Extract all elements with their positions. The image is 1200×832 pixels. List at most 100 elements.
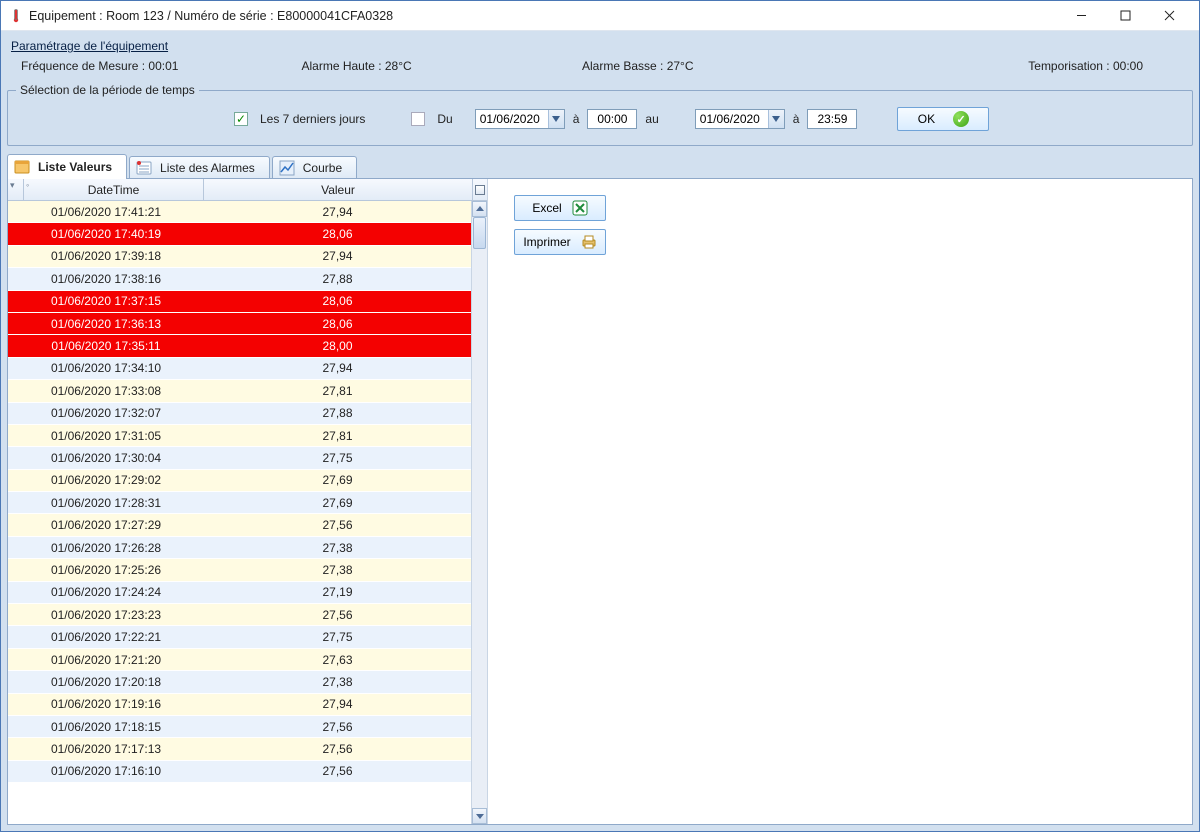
period-row: Les 7 derniers jours Du à au à bbox=[16, 107, 1184, 131]
cell-datetime: 01/06/2020 17:38:16 bbox=[8, 272, 204, 286]
param-delay: Temporisation : 00:00 bbox=[863, 59, 1184, 73]
cell-datetime: 01/06/2020 17:24:24 bbox=[8, 585, 204, 599]
cell-datetime: 01/06/2020 17:39:18 bbox=[8, 249, 204, 263]
excel-button-label: Excel bbox=[532, 201, 561, 215]
cell-value: 27,56 bbox=[204, 518, 471, 532]
table-row[interactable]: 01/06/2020 17:20:1827,38 bbox=[8, 671, 471, 693]
date-to-input[interactable] bbox=[696, 110, 768, 128]
table-row[interactable]: 01/06/2020 17:27:2927,56 bbox=[8, 514, 471, 536]
tab-values[interactable]: Liste Valeurs bbox=[7, 154, 127, 178]
grid-header-end[interactable] bbox=[473, 179, 487, 200]
actions-pane: Excel Imprimer bbox=[488, 179, 1192, 824]
table-row[interactable]: 01/06/2020 17:26:2827,38 bbox=[8, 537, 471, 559]
list-icon bbox=[14, 159, 30, 175]
cell-datetime: 01/06/2020 17:26:28 bbox=[8, 541, 204, 555]
param-alarm-low: Alarme Basse : 27°C bbox=[582, 59, 863, 73]
table-row[interactable]: 01/06/2020 17:17:1327,56 bbox=[8, 738, 471, 760]
cell-datetime: 01/06/2020 17:36:13 bbox=[8, 317, 204, 331]
cell-datetime: 01/06/2020 17:16:10 bbox=[8, 764, 204, 778]
scroll-up-button[interactable] bbox=[472, 201, 487, 217]
table-row[interactable]: 01/06/2020 17:30:0427,75 bbox=[8, 447, 471, 469]
cell-value: 27,69 bbox=[204, 473, 471, 487]
table-row[interactable]: 01/06/2020 17:18:1527,56 bbox=[8, 716, 471, 738]
grid-corner[interactable]: ▾ bbox=[8, 179, 24, 200]
table-row[interactable]: 01/06/2020 17:22:2127,75 bbox=[8, 626, 471, 648]
minimize-button[interactable] bbox=[1059, 2, 1103, 30]
date-from-field[interactable] bbox=[475, 109, 565, 129]
cell-value: 27,19 bbox=[204, 585, 471, 599]
table-row[interactable]: 01/06/2020 17:21:2027,63 bbox=[8, 649, 471, 671]
cell-datetime: 01/06/2020 17:29:02 bbox=[8, 473, 204, 487]
table-row[interactable]: 01/06/2020 17:29:0227,69 bbox=[8, 470, 471, 492]
table-row[interactable]: 01/06/2020 17:39:1827,94 bbox=[8, 246, 471, 268]
close-button[interactable] bbox=[1147, 2, 1191, 30]
grid-header: ▾ ◦DateTime Valeur bbox=[8, 179, 487, 201]
cell-datetime: 01/06/2020 17:35:11 bbox=[8, 339, 204, 353]
tab-pane: ▾ ◦DateTime Valeur 01/06/2020 17:41:2127… bbox=[7, 178, 1193, 825]
window-title: Equipement : Room 123 / Numéro de série … bbox=[29, 9, 393, 23]
excel-icon bbox=[572, 200, 588, 216]
scroll-down-button[interactable] bbox=[472, 808, 487, 824]
date-to-field[interactable] bbox=[695, 109, 785, 129]
scroll-thumb[interactable] bbox=[473, 217, 486, 249]
tab-alarms-label: Liste des Alarmes bbox=[160, 161, 255, 175]
dropdown-icon[interactable] bbox=[548, 110, 564, 128]
table-row[interactable]: 01/06/2020 17:31:0527,81 bbox=[8, 425, 471, 447]
table-row[interactable]: 01/06/2020 17:35:1128,00 bbox=[8, 335, 471, 357]
table-row[interactable]: 01/06/2020 17:34:1027,94 bbox=[8, 358, 471, 380]
cell-value: 27,38 bbox=[204, 675, 471, 689]
table-row[interactable]: 01/06/2020 17:41:2127,94 bbox=[8, 201, 471, 223]
cell-datetime: 01/06/2020 17:30:04 bbox=[8, 451, 204, 465]
table-row[interactable]: 01/06/2020 17:36:1328,06 bbox=[8, 313, 471, 335]
cell-datetime: 01/06/2020 17:19:16 bbox=[8, 697, 204, 711]
table-row[interactable]: 01/06/2020 17:37:1528,06 bbox=[8, 291, 471, 313]
column-chooser-icon bbox=[475, 185, 485, 195]
last7days-checkbox[interactable] bbox=[234, 112, 248, 126]
time-from-input[interactable] bbox=[587, 109, 637, 129]
col-header-value[interactable]: Valeur bbox=[204, 179, 473, 200]
check-circle-icon: ✓ bbox=[953, 111, 969, 127]
cell-datetime: 01/06/2020 17:41:21 bbox=[8, 205, 204, 219]
vertical-scrollbar[interactable] bbox=[471, 201, 487, 824]
table-row[interactable]: 01/06/2020 17:23:2327,56 bbox=[8, 604, 471, 626]
dropdown-icon[interactable] bbox=[768, 110, 784, 128]
custom-range-checkbox[interactable] bbox=[411, 112, 425, 126]
table-row[interactable]: 01/06/2020 17:40:1928,06 bbox=[8, 223, 471, 245]
table-row[interactable]: 01/06/2020 17:33:0827,81 bbox=[8, 380, 471, 402]
equipment-settings-link[interactable]: Paramétrage de l'équipement bbox=[11, 39, 1193, 53]
col-header-datetime[interactable]: ◦DateTime bbox=[24, 179, 204, 200]
printer-icon bbox=[581, 234, 597, 250]
cell-datetime: 01/06/2020 17:21:20 bbox=[8, 653, 204, 667]
scroll-track[interactable] bbox=[472, 217, 487, 808]
table-row[interactable]: 01/06/2020 17:24:2427,19 bbox=[8, 582, 471, 604]
print-button[interactable]: Imprimer bbox=[514, 229, 606, 255]
table-row[interactable]: 01/06/2020 17:25:2627,38 bbox=[8, 559, 471, 581]
tab-alarms[interactable]: Liste des Alarmes bbox=[129, 156, 270, 178]
table-row[interactable]: 01/06/2020 17:28:3127,69 bbox=[8, 492, 471, 514]
cell-datetime: 01/06/2020 17:22:21 bbox=[8, 630, 204, 644]
cell-value: 27,38 bbox=[204, 563, 471, 577]
cell-value: 28,06 bbox=[204, 227, 471, 241]
du-label: Du bbox=[437, 112, 452, 126]
table-row[interactable]: 01/06/2020 17:19:1627,94 bbox=[8, 694, 471, 716]
app-window: Equipement : Room 123 / Numéro de série … bbox=[0, 0, 1200, 832]
table-row[interactable]: 01/06/2020 17:38:1627,88 bbox=[8, 268, 471, 290]
time-to-input[interactable] bbox=[807, 109, 857, 129]
maximize-button[interactable] bbox=[1103, 2, 1147, 30]
cell-value: 27,94 bbox=[204, 697, 471, 711]
table-row[interactable]: 01/06/2020 17:16:1027,56 bbox=[8, 761, 471, 783]
excel-button[interactable]: Excel bbox=[514, 195, 606, 221]
cell-value: 27,81 bbox=[204, 429, 471, 443]
param-frequency: Fréquence de Mesure : 00:01 bbox=[21, 59, 302, 73]
au-label: au bbox=[645, 112, 658, 126]
table-row[interactable]: 01/06/2020 17:32:0727,88 bbox=[8, 403, 471, 425]
ok-button[interactable]: OK ✓ bbox=[897, 107, 989, 131]
cell-value: 27,94 bbox=[204, 205, 471, 219]
cell-value: 27,88 bbox=[204, 272, 471, 286]
tab-curve[interactable]: Courbe bbox=[272, 156, 357, 178]
date-from-input[interactable] bbox=[476, 110, 548, 128]
alarm-list-icon bbox=[136, 160, 152, 176]
titlebar: Equipement : Room 123 / Numéro de série … bbox=[1, 1, 1199, 31]
cell-datetime: 01/06/2020 17:33:08 bbox=[8, 384, 204, 398]
cell-datetime: 01/06/2020 17:31:05 bbox=[8, 429, 204, 443]
